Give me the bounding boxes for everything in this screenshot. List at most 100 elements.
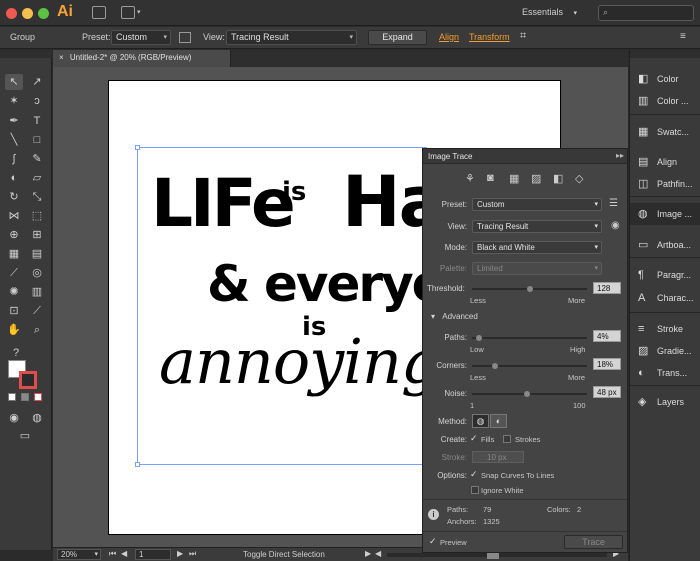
- advanced-toggle[interactable]: ▾ Advanced: [431, 312, 478, 321]
- transform-link[interactable]: Transform: [469, 32, 510, 42]
- shape-builder-tool-icon[interactable]: ⊕: [5, 227, 23, 243]
- column-graph-tool-icon[interactable]: ▥: [28, 284, 46, 300]
- selection-handle[interactable]: [135, 145, 140, 150]
- next-artboard-icon[interactable]: ▶: [177, 549, 183, 558]
- eyedropper-tool-icon[interactable]: ⟋: [5, 265, 23, 281]
- close-tab-icon[interactable]: ×: [59, 53, 64, 62]
- color-mode-icon[interactable]: [8, 393, 16, 401]
- isolate-icon[interactable]: ⌗: [520, 30, 526, 43]
- pen-tool-icon[interactable]: ✒: [5, 113, 23, 129]
- dock-item-image-trace[interactable]: ◍ Image ...: [630, 203, 700, 225]
- eye-icon[interactable]: ◉: [611, 220, 620, 231]
- screen-mode-icon[interactable]: ▭: [16, 428, 34, 444]
- trace-preset-dropdown[interactable]: Custom ▾: [472, 198, 602, 211]
- dock-item-align[interactable]: ▤ Align: [630, 151, 700, 173]
- paintbrush-tool-icon[interactable]: ∫: [5, 151, 23, 167]
- noise-value-field[interactable]: 48 px: [593, 386, 621, 398]
- collapse-panel-icon[interactable]: ▸▸: [616, 151, 624, 160]
- direct-selection-tool-icon[interactable]: ↗: [28, 74, 46, 90]
- blend-tool-icon[interactable]: ◎: [28, 265, 46, 281]
- black-and-white-preset-icon[interactable]: ◧: [553, 172, 563, 185]
- grayscale-preset-icon[interactable]: ▨: [531, 172, 541, 185]
- panel-menu-icon[interactable]: ≡: [680, 31, 686, 42]
- paths-slider-knob[interactable]: [476, 335, 483, 341]
- close-window-button[interactable]: [6, 8, 17, 19]
- hand-tool-icon[interactable]: ✋: [5, 322, 23, 338]
- noise-slider-knob[interactable]: [524, 391, 531, 397]
- corners-slider-knob[interactable]: [491, 363, 498, 369]
- search-input[interactable]: ⌕: [598, 5, 694, 21]
- scroll-left-icon[interactable]: ◀: [375, 549, 381, 558]
- dock-item-layers[interactable]: ◈ Layers: [630, 391, 700, 413]
- selection-handle[interactable]: [135, 462, 140, 467]
- strokes-checkbox[interactable]: [503, 435, 511, 443]
- threshold-value-field[interactable]: 128: [593, 282, 621, 294]
- eraser-tool-icon[interactable]: ▱: [28, 170, 46, 186]
- zoom-tool-icon[interactable]: ⌕: [28, 322, 46, 338]
- document-tab[interactable]: × Untitled-2* @ 20% (RGB/Preview): [53, 50, 231, 67]
- dock-item-swatches[interactable]: ▦ Swatc...: [630, 121, 700, 143]
- minimize-window-button[interactable]: [22, 8, 33, 19]
- trace-button[interactable]: Trace: [564, 535, 623, 549]
- help-icon[interactable]: ?: [7, 345, 25, 361]
- image-trace-panel-header[interactable]: Image Trace ▸▸: [423, 149, 627, 164]
- snap-curves-checkbox[interactable]: ✓: [470, 469, 478, 480]
- selection-tool-icon[interactable]: ↖: [5, 74, 23, 90]
- trace-panel-icon[interactable]: [179, 32, 191, 43]
- horizontal-scrollbar[interactable]: [387, 551, 607, 559]
- noise-slider[interactable]: [472, 391, 587, 397]
- rectangle-tool-icon[interactable]: □: [28, 132, 46, 148]
- trace-view-dropdown[interactable]: Tracing Result ▾: [472, 220, 602, 233]
- low-color-preset-icon[interactable]: ▦: [509, 172, 519, 185]
- type-tool-icon[interactable]: T: [28, 113, 46, 129]
- abutting-method-button[interactable]: ◍: [472, 414, 489, 428]
- width-tool-icon[interactable]: ⋈: [5, 208, 23, 224]
- gradient-mode-icon[interactable]: [21, 393, 29, 401]
- preset-menu-icon[interactable]: ☰: [609, 198, 618, 209]
- threshold-slider[interactable]: [472, 286, 587, 292]
- arrange-documents-icon[interactable]: [121, 6, 135, 19]
- outline-preset-icon[interactable]: ◇: [575, 172, 583, 185]
- dock-item-artboards[interactable]: ▭ Artboa...: [630, 234, 700, 256]
- dock-item-pathfinder[interactable]: ◫ Pathfin...: [630, 173, 700, 195]
- dock-item-color[interactable]: ◧ Color: [630, 68, 700, 90]
- artboard-number-dropdown[interactable]: 1: [135, 549, 171, 560]
- fills-checkbox[interactable]: ✓: [470, 433, 478, 444]
- magic-wand-tool-icon[interactable]: ✶: [5, 93, 23, 109]
- preview-checkbox[interactable]: ✓: [429, 536, 437, 547]
- align-link[interactable]: Align: [439, 32, 459, 42]
- dock-item-transparency[interactable]: ◐ Trans...: [630, 362, 700, 384]
- ignore-white-checkbox[interactable]: [471, 486, 479, 494]
- line-tool-icon[interactable]: ╲: [5, 132, 23, 148]
- stroke-swatch[interactable]: [19, 371, 37, 389]
- dock-item-stroke[interactable]: ≡ Stroke: [630, 318, 700, 340]
- overlapping-method-button[interactable]: ◐: [490, 414, 507, 428]
- workspace-switcher[interactable]: Essentials ▾: [522, 7, 577, 17]
- first-artboard-icon[interactable]: ⏮: [109, 549, 116, 559]
- lasso-tool-icon[interactable]: ↄ: [28, 93, 46, 109]
- gradient-tool-icon[interactable]: ▤: [28, 246, 46, 262]
- perspective-grid-tool-icon[interactable]: ⊞: [28, 227, 46, 243]
- threshold-slider-knob[interactable]: [526, 286, 533, 292]
- dock-item-gradient[interactable]: ▨ Gradie...: [630, 340, 700, 362]
- paths-value-field[interactable]: 4%: [593, 330, 621, 342]
- artboard-tool-icon[interactable]: ⊡: [5, 303, 23, 319]
- status-menu-icon[interactable]: ▶: [365, 549, 371, 558]
- high-color-preset-icon[interactable]: ◙: [487, 172, 494, 184]
- corners-value-field[interactable]: 18%: [593, 358, 621, 370]
- draw-normal-icon[interactable]: ◉: [5, 410, 23, 426]
- none-mode-icon[interactable]: [34, 393, 42, 401]
- zoom-window-button[interactable]: [38, 8, 49, 19]
- dock-item-character[interactable]: A Charac...: [630, 287, 700, 309]
- dock-item-color-guide[interactable]: ▥ Color ...: [630, 90, 700, 112]
- corners-slider[interactable]: [472, 363, 587, 369]
- trace-mode-dropdown[interactable]: Black and White ▾: [472, 241, 602, 254]
- selection-bounding-box[interactable]: [135, 145, 427, 467]
- slice-tool-icon[interactable]: ⟋: [28, 303, 46, 319]
- draw-inside-icon[interactable]: ◍: [28, 410, 46, 426]
- last-artboard-icon[interactable]: ⏭: [189, 549, 196, 559]
- view-dropdown[interactable]: Tracing Result ▾: [226, 30, 357, 45]
- symbol-sprayer-tool-icon[interactable]: ✺: [5, 284, 23, 300]
- previous-artboard-icon[interactable]: ◀: [121, 549, 127, 558]
- paths-slider[interactable]: [472, 335, 587, 341]
